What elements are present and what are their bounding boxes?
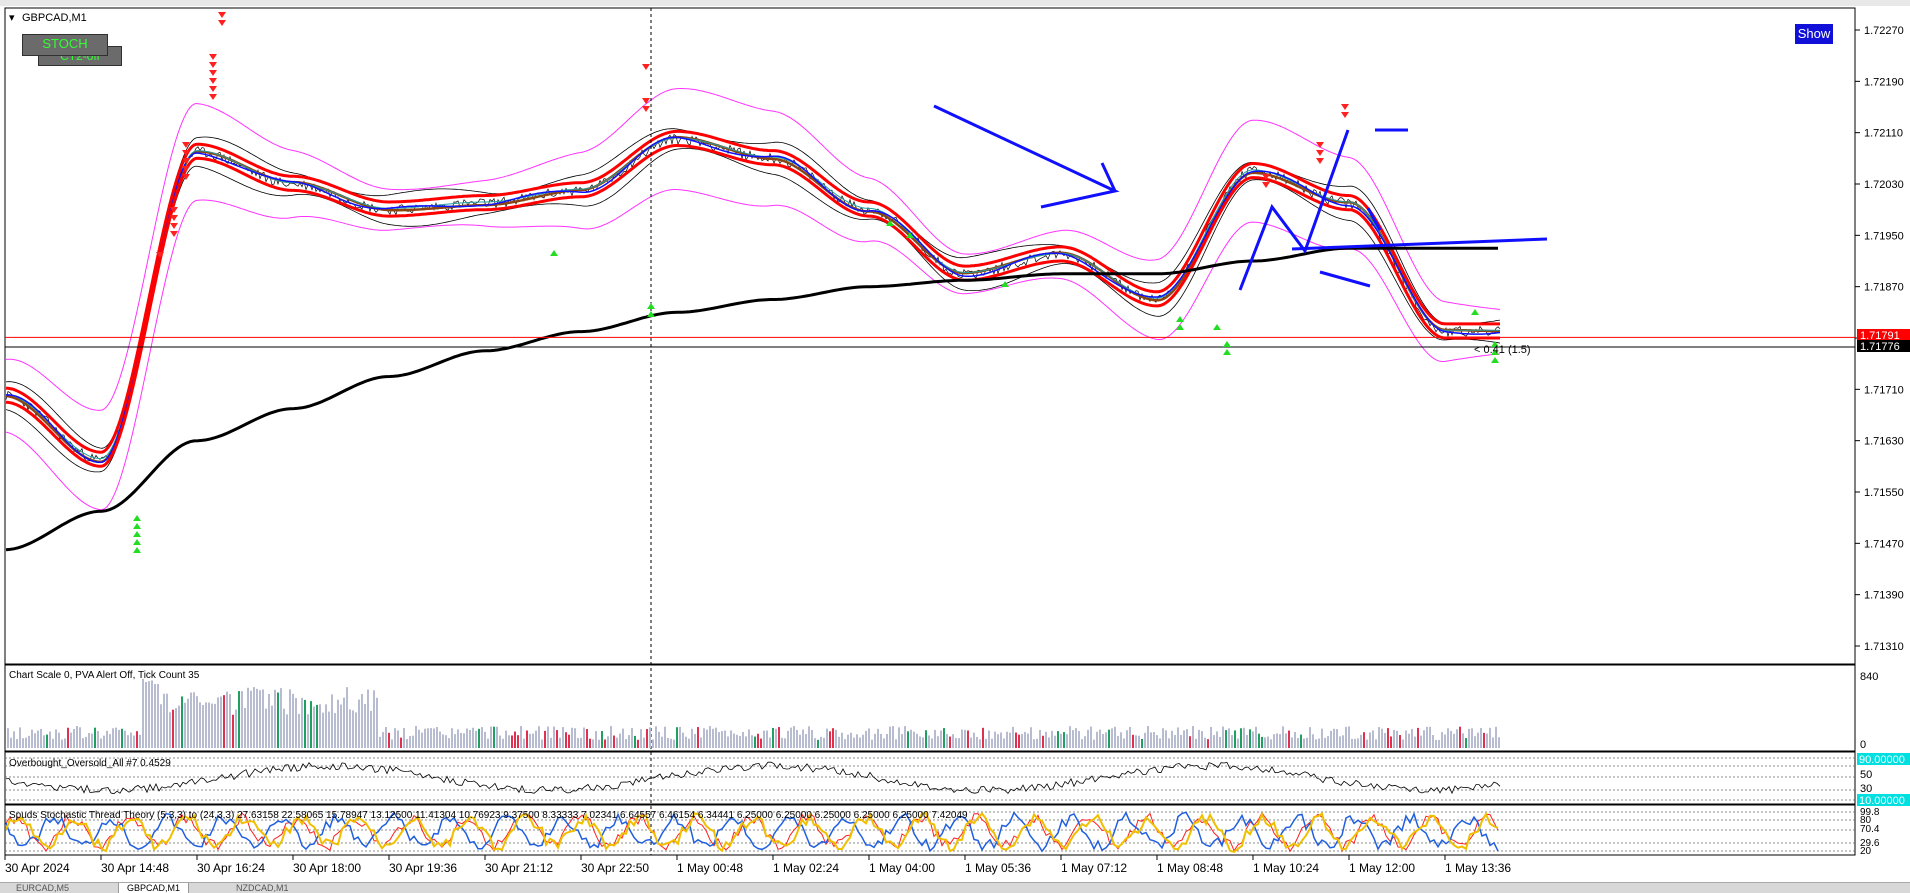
time-tick-label: 30 Apr 22:50 — [581, 861, 649, 875]
volume-scale-top: 840 — [1860, 671, 1878, 683]
volume-pane-label: Chart Scale 0, PVA Alert Off, Tick Count… — [9, 670, 200, 681]
price-tick-label: 1.71710 — [1864, 384, 1904, 396]
price-tick-label: 1.72110 — [1864, 128, 1903, 140]
time-tick-label: 30 Apr 21:12 — [485, 861, 553, 875]
price-tick-label: 1.71390 — [1864, 590, 1904, 602]
price-tick-label: 1.71550 — [1864, 487, 1904, 499]
volume-scale-bottom: 0 — [1860, 739, 1866, 751]
price-tick-label: 1.72030 — [1864, 179, 1904, 191]
price-tick-label: 1.71630 — [1864, 436, 1904, 448]
time-tick-label: 30 Apr 2024 — [5, 861, 70, 875]
chart-tab-bar: EURCAD,M5 GBPCAD,M1 NZDCAD,M1 — [0, 882, 1910, 893]
symbol-label: GBPCAD,M1 — [22, 12, 87, 24]
time-tick-label: 30 Apr 19:36 — [389, 861, 457, 875]
price-tick-label: 1.72190 — [1864, 76, 1904, 88]
stoch-level-bottom: 20 — [1860, 846, 1872, 857]
obos-level-lo: 10.00000 — [1859, 795, 1905, 807]
show-button[interactable]: Show — [1795, 24, 1833, 44]
chart-window: 1.72270 1.72190 1.72110 1.72030 1.71950 1.718… — [0, 0, 1910, 893]
obos-pane-frame — [4, 751, 1856, 805]
main-pane-frame — [4, 7, 1856, 665]
stoch-level-mid: 70.4 — [1860, 824, 1880, 835]
price-tag-black: 1.71776 — [1860, 341, 1900, 353]
price-tick-label: 1.71870 — [1864, 282, 1904, 294]
time-tick-label: 1 May 13:36 — [1445, 861, 1511, 875]
time-tick-label: 1 May 04:00 — [869, 861, 935, 875]
time-tick-label: 1 May 00:48 — [677, 861, 743, 875]
obos-level-30: 30 — [1860, 783, 1872, 795]
time-tick-label: 1 May 05:36 — [965, 861, 1031, 875]
measure-label: < 0.41 (1.5) — [1474, 344, 1531, 356]
obos-level-50: 50 — [1860, 769, 1872, 781]
time-tick-label: 1 May 10:24 — [1253, 861, 1319, 875]
price-tick-label: 1.72270 — [1864, 25, 1904, 37]
time-tick-label: 30 Apr 14:48 — [101, 861, 169, 875]
chart-svg[interactable]: 1.72270 1.72190 1.72110 1.72030 1.71950 1.718… — [0, 0, 1910, 882]
time-tick-label: 1 May 12:00 — [1349, 861, 1415, 875]
time-tick-label: 1 May 08:48 — [1157, 861, 1223, 875]
time-tick-label: 30 Apr 16:24 — [197, 861, 265, 875]
collapse-triangle-icon[interactable]: ▾ — [9, 12, 15, 24]
price-tick-label: 1.71470 — [1864, 538, 1904, 550]
top-strip — [0, 0, 1910, 6]
obos-level-hi: 90.00000 — [1859, 754, 1905, 766]
time-tick-label: 1 May 07:12 — [1061, 861, 1127, 875]
price-tick-label: 1.71950 — [1864, 230, 1904, 242]
time-tick-label: 30 Apr 18:00 — [293, 861, 361, 875]
stoch-button[interactable]: STOCH — [22, 34, 108, 56]
time-tick-label: 1 May 02:24 — [773, 861, 839, 875]
stoch-pane-label: Spuds Stochastic Thread Theory (5,3,3) t… — [9, 810, 968, 821]
obos-pane-label: Overbought_Oversold_All #7 0.4529 — [9, 758, 171, 769]
price-tick-label: 1.71310 — [1864, 641, 1904, 653]
